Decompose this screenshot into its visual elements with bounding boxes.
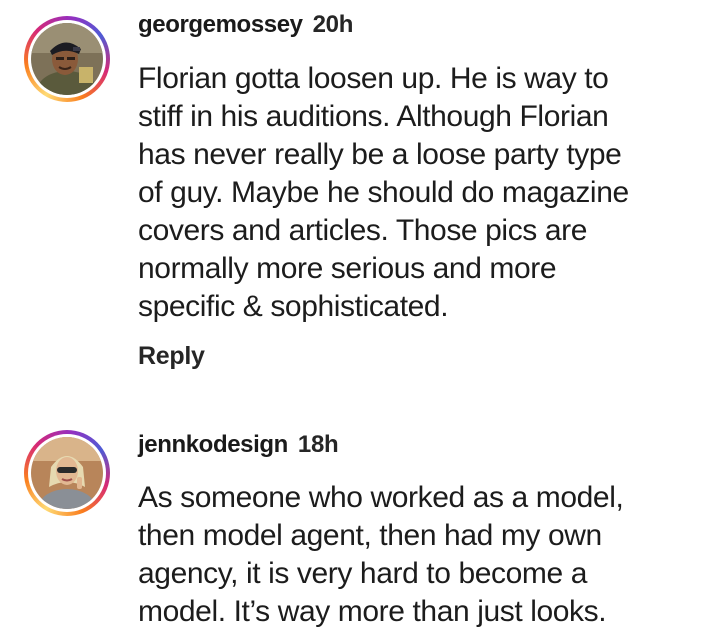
comment-meta: georgemossey 20h bbox=[138, 10, 353, 40]
comment-text-line: normally more serious and more bbox=[138, 252, 557, 285]
comment-text-line: As someone who worked as a model, bbox=[138, 481, 624, 514]
comment-text-line: covers and articles. Those pics are bbox=[138, 214, 587, 247]
profile-photo-icon bbox=[31, 23, 103, 95]
comment-text-line: specific & sophisticated. bbox=[138, 290, 449, 323]
timestamp: 20h bbox=[312, 11, 354, 38]
comment-text-line: model. It’s way more than just looks. bbox=[138, 595, 607, 628]
comment-text-line: stiff in his auditions. Although Florian bbox=[138, 100, 609, 133]
comment-text-line: Florian gotta loosen up. He is way to bbox=[138, 62, 609, 95]
avatar bbox=[31, 23, 103, 95]
comment-text-line: of guy. Maybe he should do magazine bbox=[138, 176, 629, 209]
story-ring-avatar[interactable] bbox=[24, 430, 110, 516]
comment-text-line: has never really be a loose party type bbox=[138, 138, 622, 171]
comment-text-line: then model agent, then had my own bbox=[138, 519, 602, 552]
avatar bbox=[31, 437, 103, 509]
comment-text-line: agency, it is very hard to become a bbox=[138, 557, 588, 590]
comment-meta: jennkodesign 18h bbox=[138, 430, 339, 460]
reply-button[interactable]: Reply bbox=[138, 340, 205, 372]
comment-text: Florian gotta loosen up. He is way to st… bbox=[138, 60, 708, 326]
comment-text: As someone who worked as a model, then m… bbox=[138, 479, 708, 631]
profile-photo-icon bbox=[31, 437, 103, 509]
username-link[interactable]: georgemossey bbox=[138, 11, 303, 38]
timestamp: 18h bbox=[297, 431, 339, 458]
story-ring-avatar[interactable] bbox=[24, 16, 110, 102]
username-link[interactable]: jennkodesign bbox=[138, 431, 288, 458]
